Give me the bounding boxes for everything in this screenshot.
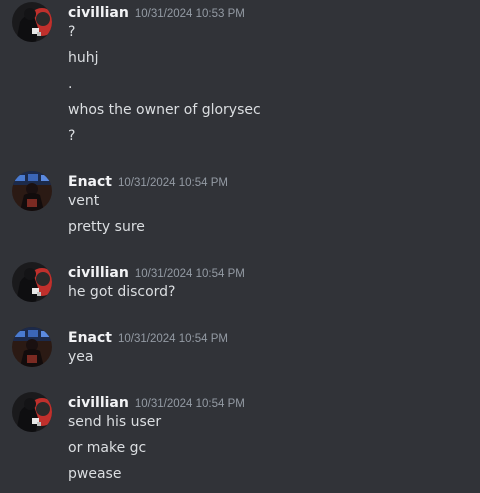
- message-header: Enact 10/31/2024 10:54 PM: [68, 171, 228, 193]
- timestamp[interactable]: 10/31/2024 10:54 PM: [118, 333, 228, 345]
- message-text: ?: [68, 24, 76, 40]
- avatar[interactable]: [12, 327, 52, 367]
- message-text: vent: [68, 193, 100, 209]
- avatar-image-icon: [12, 171, 52, 211]
- message-text: ?: [68, 128, 76, 144]
- avatar-image-icon: [12, 392, 52, 432]
- message-text: or make gc: [68, 440, 147, 456]
- username[interactable]: civillian: [68, 5, 129, 21]
- message-text: he got discord?: [68, 284, 176, 300]
- username[interactable]: Enact: [68, 330, 112, 346]
- timestamp[interactable]: 10/31/2024 10:53 PM: [135, 8, 245, 20]
- avatar-image-icon: [12, 327, 52, 367]
- chat-messages-area: civillian 10/31/2024 10:53 PM ? huhj . wh…: [0, 0, 480, 493]
- message-header: civillian 10/31/2024 10:54 PM: [68, 392, 245, 414]
- avatar[interactable]: [12, 262, 52, 302]
- username[interactable]: civillian: [68, 265, 129, 281]
- message-text: .: [68, 76, 73, 92]
- message-header: Enact 10/31/2024 10:54 PM: [68, 327, 228, 349]
- message-text: whos the owner of glorysec: [68, 102, 261, 118]
- username[interactable]: civillian: [68, 395, 129, 411]
- avatar-image-icon: [12, 262, 52, 302]
- timestamp[interactable]: 10/31/2024 10:54 PM: [135, 268, 245, 280]
- username[interactable]: Enact: [68, 174, 112, 190]
- message-text: pretty sure: [68, 219, 145, 235]
- message-text: huhj: [68, 50, 99, 66]
- message-text: yea: [68, 349, 94, 365]
- avatar[interactable]: [12, 2, 52, 42]
- timestamp[interactable]: 10/31/2024 10:54 PM: [135, 398, 245, 410]
- avatar[interactable]: [12, 171, 52, 211]
- message-text: pwease: [68, 466, 122, 482]
- message-text: send his user: [68, 414, 162, 430]
- avatar-image-icon: [12, 2, 52, 42]
- message-header: civillian 10/31/2024 10:54 PM: [68, 262, 245, 284]
- avatar[interactable]: [12, 392, 52, 432]
- timestamp[interactable]: 10/31/2024 10:54 PM: [118, 177, 228, 189]
- message-header: civillian 10/31/2024 10:53 PM: [68, 2, 245, 24]
